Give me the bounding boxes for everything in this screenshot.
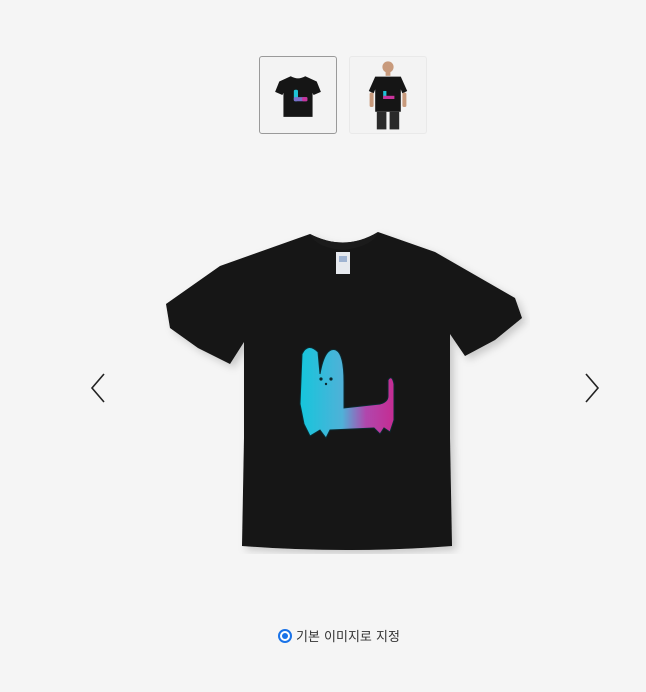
prev-image-button[interactable] (86, 370, 110, 406)
main-product-image (160, 224, 530, 554)
thumbnail-strip (259, 56, 427, 134)
chevron-left-icon (90, 373, 105, 403)
black-tshirt-dog-print-icon (166, 232, 522, 550)
chevron-right-icon (585, 373, 600, 403)
thumbnail-tshirt-flat[interactable] (259, 56, 337, 134)
set-default-image-row[interactable]: 기본 이미지로 지정 (278, 626, 400, 645)
next-image-button[interactable] (580, 370, 604, 406)
default-image-label[interactable]: 기본 이미지로 지정 (296, 626, 400, 645)
model-wearing-tshirt-icon (368, 61, 408, 130)
radio-selected-dot (282, 632, 288, 639)
product-image-editor: 기본 이미지로 지정 (0, 0, 646, 692)
default-image-radio[interactable] (278, 628, 292, 643)
thumbnail-tshirt-model[interactable] (349, 56, 427, 134)
black-tshirt-dog-print-icon (275, 76, 321, 117)
